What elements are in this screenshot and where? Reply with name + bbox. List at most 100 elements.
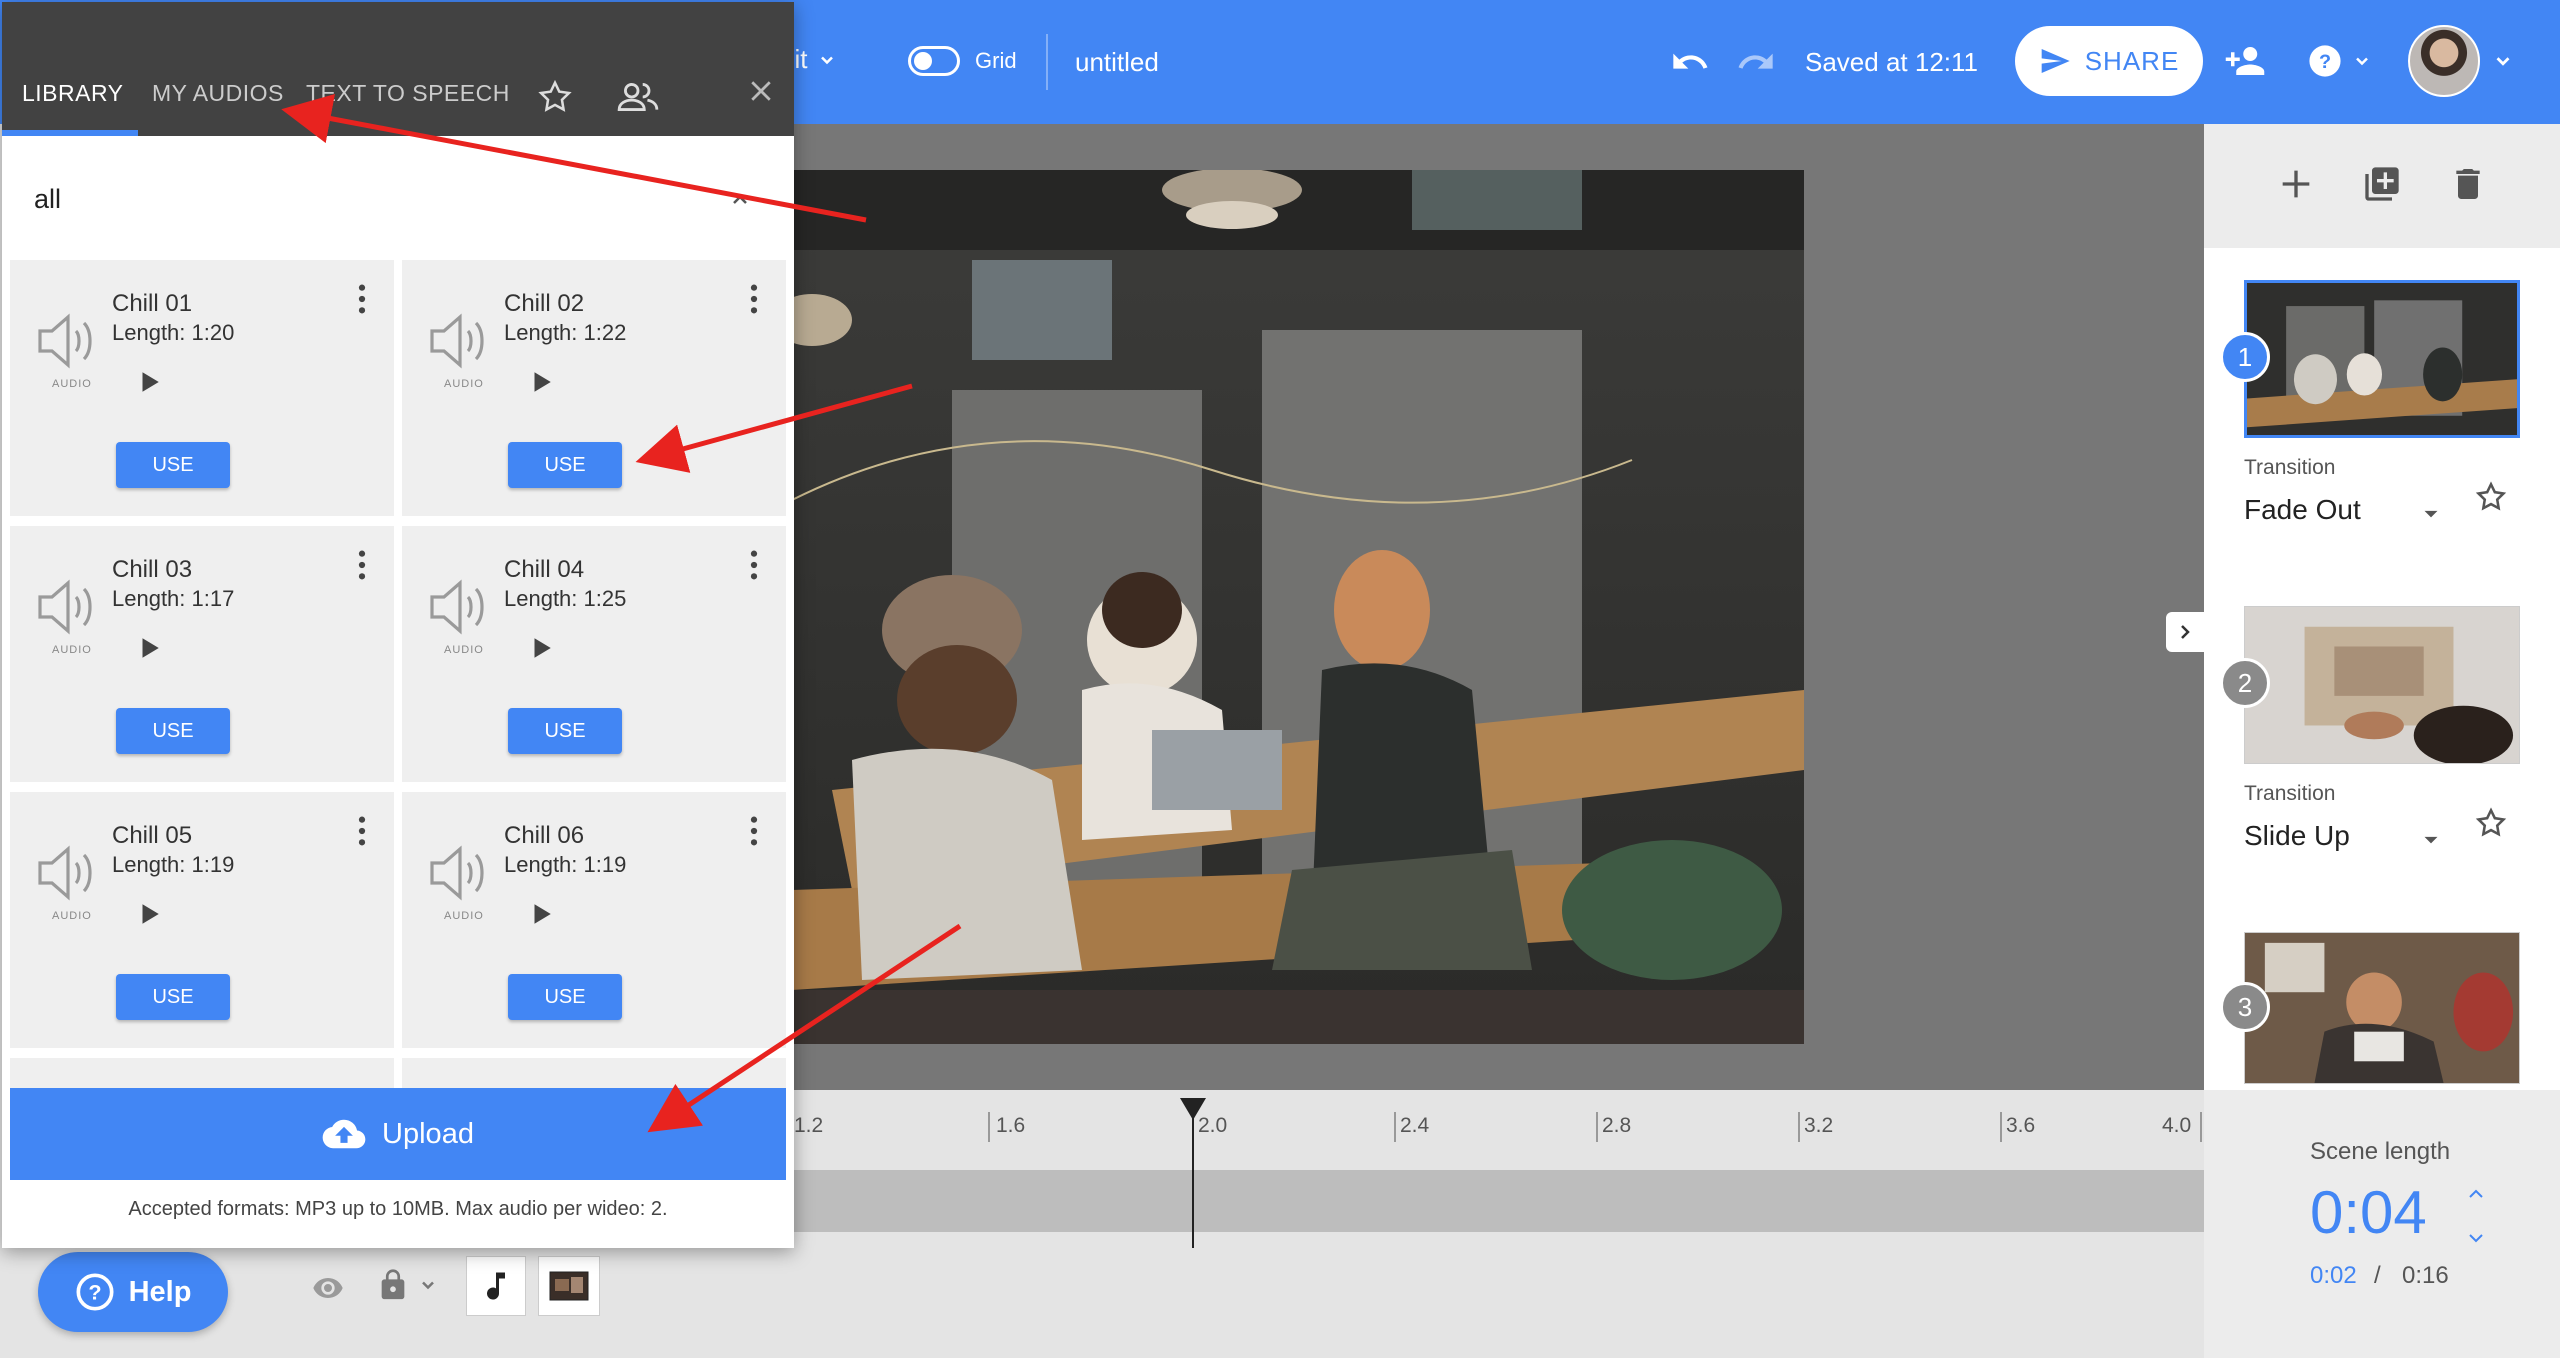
chevron-down-icon [2496,57,2510,66]
scene-image[interactable] [792,170,1804,1044]
image-layer-button[interactable] [538,1256,600,1316]
audio-title: Chill 04 [504,556,585,583]
send-icon [2041,49,2070,73]
share-button-label: SHARE [2084,45,2180,76]
total-time: 0:16 [2402,1262,2449,1289]
upload-audio-button[interactable]: Upload [10,1088,786,1180]
scene-2-preview [2245,607,2519,763]
svg-text:?: ? [88,1280,101,1305]
play-icon[interactable] [136,634,162,662]
scene-length-decrease[interactable] [2462,1226,2490,1255]
expand-panel-tab[interactable] [2166,612,2204,652]
undo-button[interactable] [1668,42,1712,87]
audio-length: Length: 1:17 [112,586,235,611]
ruler-label: 4.0 [2162,1114,2192,1137]
play-icon[interactable] [528,900,554,928]
playhead[interactable] [1192,1100,1194,1248]
ruler-tick [1798,1112,1800,1142]
star-outline-icon [538,79,572,112]
account-menu-caret[interactable] [2492,50,2514,77]
use-audio-button[interactable]: USE [116,974,230,1020]
audio-length: Length: 1:20 [112,320,235,345]
favorite-transition-1[interactable] [2474,480,2508,519]
timeline-track[interactable] [792,1170,2204,1232]
play-icon[interactable] [528,634,554,662]
transition-label: Transition [2244,456,2336,479]
audio-card: AUDIO Chill 02 Length: 1:22 USE [402,260,786,516]
chevron-down-icon [821,56,834,64]
ruler-label: 1.6 [996,1114,1026,1137]
grid-toggle[interactable] [908,46,960,76]
scene-thumbnail-3[interactable] [2244,932,2520,1084]
transition-dropdown-2[interactable] [2418,826,2444,857]
favorite-transition-2[interactable] [2474,806,2508,845]
tab-text-to-speech[interactable]: TEXT TO SPEECH [306,80,510,107]
audio-title: Chill 02 [504,290,585,317]
redo-button[interactable] [1734,42,1778,87]
library-add-icon [2365,167,2399,201]
audio-title: Chill 06 [504,822,585,849]
speaker-icon [38,579,92,635]
use-audio-button[interactable]: USE [116,442,230,488]
more-vert-icon[interactable] [356,548,368,582]
close-icon [751,81,771,101]
audio-card: AUDIO Chill 04 Length: 1:25 USE [402,526,786,782]
more-vert-icon[interactable] [748,282,760,316]
share-button[interactable]: SHARE [2015,26,2203,96]
help-button[interactable]: ? Help [38,1252,228,1332]
use-audio-button[interactable]: USE [508,974,622,1020]
tab-shared[interactable] [616,78,660,121]
lock-menu[interactable] [376,1264,438,1306]
add-collaborator-button[interactable] [2222,40,2268,87]
people-outline-icon [617,83,659,111]
transition-dropdown-1[interactable] [2418,500,2444,531]
scene-number-badge: 1 [2220,332,2270,382]
tab-library[interactable]: LIBRARY [22,80,124,107]
more-vert-icon[interactable] [356,282,368,316]
scene-number-badge: 3 [2220,982,2270,1032]
audio-tag: AUDIO [52,378,92,390]
help-menu[interactable]: ? [2308,44,2372,78]
tab-my-audios[interactable]: MY AUDIOS [152,80,284,107]
scene-thumbnail-1[interactable] [2244,280,2520,438]
play-icon[interactable] [136,368,162,396]
visibility-toggle[interactable] [306,1272,350,1309]
transition-select-1[interactable]: Fade Out [2244,494,2361,526]
audio-length: Length: 1:25 [504,586,627,611]
category-filter-toggle[interactable] [726,188,754,217]
duplicate-scene-button[interactable] [2362,164,2402,209]
more-vert-icon[interactable] [356,814,368,848]
audio-grid: AUDIO Chill 01 Length: 1:20 USE AUDIO Ch… [2,254,794,1088]
help-circle-icon: ? [2309,45,2341,77]
category-filter-select[interactable]: all [34,184,61,215]
music-note-icon [487,1272,505,1300]
scene-thumbnail-2[interactable] [2244,606,2520,764]
use-audio-button[interactable]: USE [508,442,622,488]
more-vert-icon[interactable] [748,548,760,582]
audio-tag: AUDIO [52,644,92,656]
use-audio-button[interactable]: USE [508,708,622,754]
delete-scene-button[interactable] [2448,164,2488,209]
tab-favorites[interactable] [536,78,574,121]
scene-length-increase[interactable] [2462,1182,2490,1211]
scene-number-badge: 2 [2220,658,2270,708]
close-library-button[interactable] [746,76,776,111]
play-icon[interactable] [528,368,554,396]
play-icon[interactable] [136,900,162,928]
upload-button-label: Upload [382,1117,474,1150]
use-audio-button[interactable]: USE [116,708,230,754]
user-avatar[interactable] [2408,25,2480,97]
transition-select-2[interactable]: Slide Up [2244,820,2350,852]
current-time: 0:02 [2310,1262,2357,1289]
document-title[interactable]: untitled [1075,47,1159,78]
scene-length-value[interactable]: 0:04 [2310,1178,2427,1247]
audio-card [402,1058,786,1088]
toolbar-divider [1046,34,1048,90]
add-scene-button[interactable] [2276,164,2316,209]
playhead-handle[interactable] [1180,1098,1206,1120]
cloud-upload-icon [322,1119,366,1149]
more-vert-icon[interactable] [748,814,760,848]
audio-layer-button[interactable] [466,1256,526,1316]
ruler-label: 3.2 [1804,1114,1834,1137]
help-button-label: Help [128,1275,192,1308]
